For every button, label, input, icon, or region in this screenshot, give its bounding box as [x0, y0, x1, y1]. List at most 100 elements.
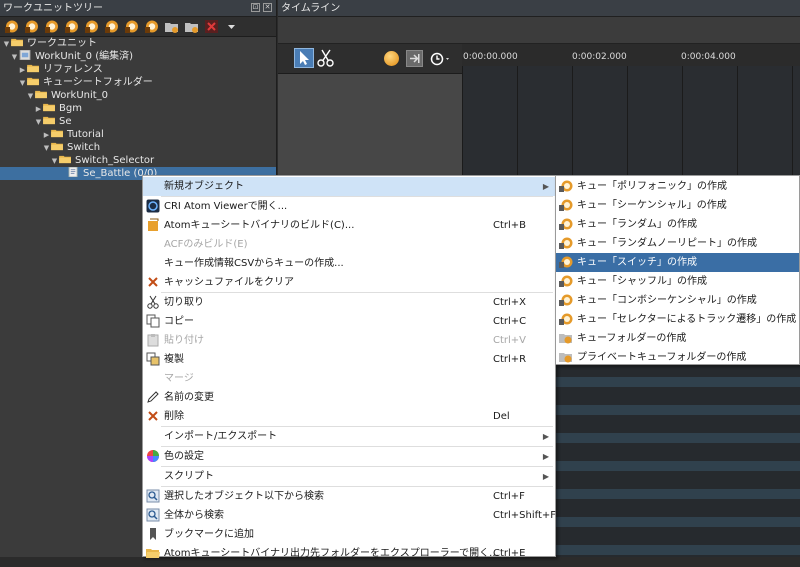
new-cue-icon[interactable] — [63, 18, 80, 35]
tree-item-label: Se — [59, 116, 72, 127]
context-menu-item[interactable]: 選択したオブジェクト以下から検索 Ctrl+F — [143, 487, 555, 506]
context-menu-item[interactable]: Atomキューシートバイナリ出力先フォルダーをエクスプローラーで開く... Ctr… — [143, 544, 555, 563]
context-menu-item[interactable]: 全体から検索 Ctrl+Shift+F — [143, 506, 556, 525]
folder-icon — [35, 89, 48, 99]
folder-icon — [59, 154, 72, 164]
dropdown-icon[interactable] — [223, 18, 240, 35]
tree-item-label: Switch_Selector — [75, 155, 155, 166]
close-icon[interactable]: ✕ — [263, 3, 272, 12]
context-menu-item[interactable]: 新規オブジェクト ▶ — [143, 177, 555, 196]
context-menu-item[interactable]: 名前の変更 — [143, 388, 555, 407]
timeline-grid[interactable] — [462, 66, 800, 176]
menu-item-shortcut: Ctrl+C — [493, 316, 527, 327]
menu-item-label: ブックマークに追加 — [164, 529, 254, 540]
submenu-item-label: キューフォルダーの作成 — [577, 333, 687, 344]
tree-item-label: リファレンス — [43, 64, 103, 75]
cue-icon — [559, 255, 573, 269]
context-menu-item[interactable]: インポート/エクスポート ▶ — [143, 427, 555, 446]
search-icon — [146, 489, 160, 503]
submenu-item[interactable]: キュー「ポリフォニック」の作成 — [556, 177, 799, 196]
submenu-item[interactable]: キュー「コンボシーケンシャル」の作成 — [556, 291, 799, 310]
delete-icon — [146, 409, 160, 423]
tree-item[interactable]: ▼ キューシートフォルダー — [0, 76, 276, 89]
context-menu-item[interactable]: ブックマークに追加 — [143, 525, 555, 544]
new-cue-icon[interactable] — [3, 18, 20, 35]
menu-item-label: ACFのみビルド(E) — [164, 239, 248, 250]
record-button[interactable] — [384, 51, 399, 66]
tree-item-label: ワークユニット — [27, 38, 97, 49]
tree-item[interactable]: ▶ Tutorial — [0, 128, 276, 141]
context-menu-item[interactable]: CRI Atom Viewerで開く... — [143, 197, 555, 216]
tree-item[interactable]: ▼ Switch — [0, 141, 276, 154]
cue-folder-icon — [559, 331, 573, 345]
menu-item-label: Atomキューシートバイナリのビルド(C)... — [164, 220, 355, 231]
context-menu-item: 貼り付け Ctrl+V — [143, 331, 555, 350]
submenu-item[interactable]: プライベートキューフォルダーの作成 — [556, 348, 799, 367]
new-cue-icon[interactable] — [43, 18, 60, 35]
new-folder-icon[interactable] — [163, 18, 180, 35]
rename-icon — [146, 390, 160, 404]
menu-item-shortcut: Ctrl+R — [493, 354, 527, 365]
context-menu-item[interactable]: キュー作成情報CSVからキューの作成... — [143, 254, 555, 273]
pin-icon[interactable]: ⊡ — [251, 3, 260, 12]
tree-item[interactable]: ▼ ワークユニット — [0, 37, 276, 50]
context-menu-item[interactable]: 複製 Ctrl+R — [143, 350, 555, 369]
tree-item-label: キューシートフォルダー — [43, 77, 153, 88]
context-menu-item[interactable]: 削除 Del — [143, 407, 555, 426]
menu-item-label: 貼り付け — [164, 335, 204, 346]
work-unit-tree-title: ワークユニットツリー ⊡ ✕ — [0, 0, 276, 17]
new-cue-icon[interactable] — [23, 18, 40, 35]
next-button[interactable] — [406, 50, 423, 67]
context-menu-item[interactable]: スクリプト ▶ — [143, 467, 555, 486]
menu-item-label: キャッシュファイルをクリア — [164, 277, 294, 288]
folder-icon — [43, 102, 56, 112]
tree-item[interactable]: ▼ Switch_Selector — [0, 154, 276, 167]
build-icon — [146, 218, 160, 232]
clear-icon — [146, 275, 160, 289]
context-menu-item[interactable]: 切り取り Ctrl+X — [143, 293, 555, 312]
new-cue-icon[interactable] — [103, 18, 120, 35]
context-menu-item: ACFのみビルド(E) — [143, 235, 555, 254]
submenu-item[interactable]: キューフォルダーの作成 — [556, 329, 799, 348]
cue-icon — [559, 217, 573, 231]
submenu-item[interactable]: キュー「シャッフル」の作成 — [556, 272, 799, 291]
submenu-item-label: キュー「ランダム」の作成 — [577, 219, 697, 230]
context-menu-item[interactable]: キャッシュファイルをクリア — [143, 273, 555, 292]
duplicate-icon — [146, 352, 160, 366]
menu-item-label: マージ — [164, 373, 194, 384]
folder-open-icon — [146, 546, 160, 560]
submenu-item-label: キュー「シャッフル」の作成 — [577, 276, 707, 287]
menu-item-label: 削除 — [164, 411, 184, 422]
tree-item[interactable]: ▼ WorkUnit_0 — [0, 89, 276, 102]
tree-item[interactable]: ▶ リファレンス — [0, 63, 276, 76]
cue-icon — [559, 293, 573, 307]
search-all-icon — [146, 508, 160, 522]
cut-tool-button[interactable] — [316, 48, 336, 68]
submenu-item[interactable]: キュー「ランダム」の作成 — [556, 215, 799, 234]
submenu-item[interactable]: キュー「スイッチ」の作成 — [556, 253, 799, 272]
submenu-item[interactable]: キュー「シーケンシャル」の作成 — [556, 196, 799, 215]
context-menu-item[interactable]: Atomキューシートバイナリのビルド(C)... Ctrl+B — [143, 216, 555, 235]
submenu-arrow-icon: ▶ — [542, 432, 549, 441]
new-cue-icon[interactable] — [143, 18, 160, 35]
submenu-item-label: キュー「セレクターによるトラック遷移」の作成 — [577, 314, 797, 325]
submenu-item[interactable]: キュー「セレクターによるトラック遷移」の作成 — [556, 310, 799, 329]
new-cue-icon[interactable] — [123, 18, 140, 35]
select-tool-button[interactable] — [294, 48, 314, 68]
submenu-item[interactable]: キュー「ランダムノーリピート」の作成 — [556, 234, 799, 253]
tree-item[interactable]: ▼ WorkUnit_0 (編集済) — [0, 49, 276, 63]
new-cue-icon[interactable] — [83, 18, 100, 35]
context-menu: 新規オブジェクト ▶ CRI Atom Viewerで開く... Atomキューシート… — [142, 175, 556, 559]
workunit-icon — [19, 49, 32, 61]
menu-item-label: 新規オブジェクト — [164, 181, 244, 192]
menu-item-label: スクリプト — [164, 471, 214, 482]
context-menu-item[interactable]: コピー Ctrl+C — [143, 312, 555, 331]
context-menu-item[interactable]: 色の設定 ▶ — [143, 447, 555, 466]
delete-icon[interactable] — [203, 18, 220, 35]
tree-item[interactable]: ▶ Bgm — [0, 102, 276, 115]
tree-item[interactable]: ▼ Se — [0, 115, 276, 128]
timeline-blank-bar — [278, 17, 800, 44]
new-folder-icon[interactable] — [183, 18, 200, 35]
cursor-icon — [300, 51, 309, 65]
snap-dropdown[interactable] — [430, 51, 452, 67]
